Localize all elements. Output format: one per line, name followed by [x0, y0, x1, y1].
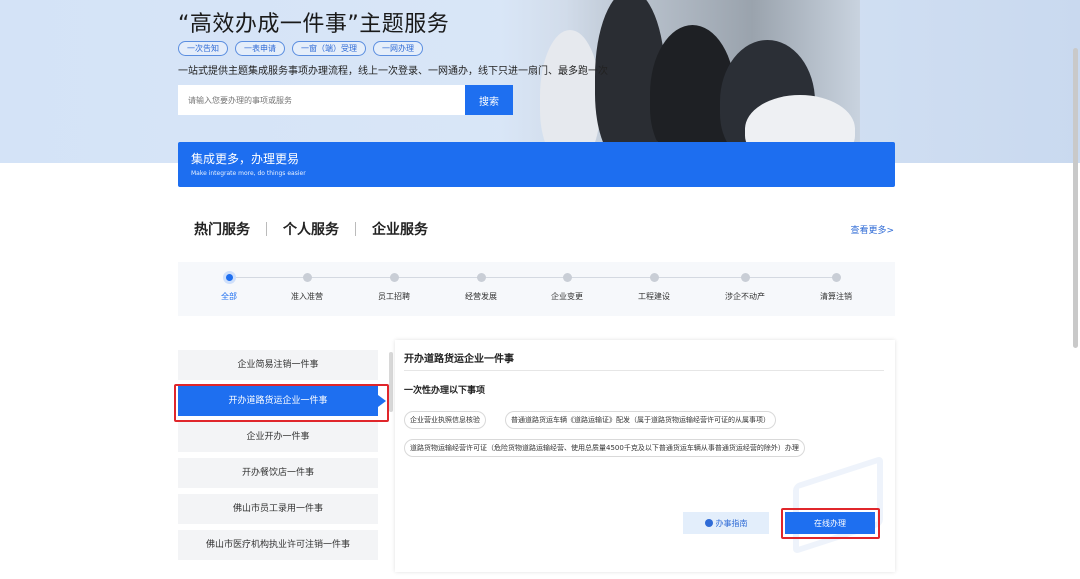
step-dot [740, 273, 750, 282]
step-dot [389, 273, 399, 282]
list-scrollbar[interactable] [389, 352, 393, 412]
service-list-item[interactable]: 佛山市医疗机构执业许可注销一件事 [178, 530, 378, 560]
hero-tag: 一表申请 [235, 41, 285, 56]
service-list-item[interactable]: 企业简易注销一件事 [178, 350, 378, 380]
step-label: 涉企不动产 [725, 292, 765, 301]
step-construction[interactable]: 工程建设 [614, 271, 694, 302]
step-label: 企业变更 [551, 292, 583, 301]
step-dot [649, 273, 659, 282]
step-dot [222, 271, 236, 284]
step-operation[interactable]: 经营发展 [441, 271, 521, 302]
step-recruitment[interactable]: 员工招聘 [354, 271, 434, 302]
step-label: 工程建设 [638, 292, 670, 301]
search-button[interactable]: 搜索 [465, 85, 513, 115]
step-label: 准入准营 [291, 292, 323, 301]
service-list-item[interactable]: 佛山市员工录用一件事 [178, 494, 378, 524]
tab-enterprise-services[interactable]: 企业服务 [372, 219, 428, 239]
lifecycle-stepper: 全部 准入准营 员工招聘 经营发展 企业变更 工程建设 涉企不动产 清算注销 [178, 262, 895, 316]
hero-title: “高效办成一件事”主题服务 [178, 12, 450, 37]
page-scrollbar[interactable] [1073, 48, 1078, 348]
tab-divider [355, 222, 356, 236]
panel-watermark [793, 455, 883, 555]
guide-icon [704, 519, 713, 527]
highlight-frame [781, 508, 880, 539]
search-input[interactable] [178, 85, 465, 115]
hero-tag: 一窗（端）受理 [292, 41, 366, 56]
step-dot [476, 273, 486, 282]
detail-title: 开办道路货运企业一件事 [404, 354, 514, 365]
tab-divider [266, 222, 267, 236]
matter-chip[interactable]: 企业营业执照信息核验 [404, 411, 486, 429]
detail-subtitle: 一次性办理以下事项 [404, 386, 486, 396]
service-list-item[interactable]: 企业开办一件事 [178, 422, 378, 452]
step-label: 员工招聘 [378, 292, 410, 301]
banner-title: 集成更多，办理更易 [191, 152, 300, 166]
matter-chip[interactable]: 道路货物运输经营许可证（危险货物道路运输经营、使用总质量4500千克及以下普通货… [404, 439, 805, 457]
hero-tags: 一次告知 一表申请 一窗（端）受理 一网办理 [178, 41, 423, 56]
step-access[interactable]: 准入准营 [267, 271, 347, 302]
matter-chip[interactable]: 普通道路货运车辆《道路运输证》配发（属于道路货物运输经营许可证的从属事项） [505, 411, 776, 429]
hero-tag: 一网办理 [373, 41, 423, 56]
service-list-item[interactable]: 开办餐饮店一件事 [178, 458, 378, 488]
tab-hot-services[interactable]: 热门服务 [194, 219, 250, 239]
step-dot [831, 273, 841, 282]
hero-description: 一站式提供主题集成服务事项办理流程，线上一次登录、一网通办，线下只进一扇门、最多… [178, 66, 608, 77]
hero-tag: 一次告知 [178, 41, 228, 56]
view-more-link[interactable]: 查看更多> [850, 223, 894, 236]
step-all[interactable]: 全部 [189, 271, 269, 302]
banner-subtitle: Make integrate more, do things easier [191, 170, 306, 177]
service-guide-button[interactable]: 办事指南 [683, 512, 769, 534]
tab-personal-services[interactable]: 个人服务 [283, 219, 339, 239]
search-bar: 搜索 [178, 85, 513, 115]
hero-photo [500, 0, 860, 163]
step-dot [302, 273, 312, 282]
step-label: 经营发展 [465, 292, 497, 301]
step-liquidation[interactable]: 清算注销 [796, 271, 876, 302]
step-label: 全部 [221, 292, 237, 301]
step-label: 清算注销 [820, 292, 852, 301]
promo-banner: 集成更多，办理更易 Make integrate more, do things… [178, 142, 895, 187]
step-change[interactable]: 企业变更 [527, 271, 607, 302]
category-tabs: 热门服务 个人服务 企业服务 [194, 219, 428, 239]
highlight-frame [174, 384, 389, 422]
detail-divider [404, 370, 884, 371]
step-dot [562, 273, 572, 282]
guide-button-label: 办事指南 [715, 518, 748, 528]
hero-section: “高效办成一件事”主题服务 一次告知 一表申请 一窗（端）受理 一网办理 一站式… [0, 0, 1080, 163]
service-list: 企业简易注销一件事 开办道路货运企业一件事 企业开办一件事 开办餐饮店一件事 佛… [178, 350, 386, 566]
step-real-estate[interactable]: 涉企不动产 [705, 271, 785, 302]
